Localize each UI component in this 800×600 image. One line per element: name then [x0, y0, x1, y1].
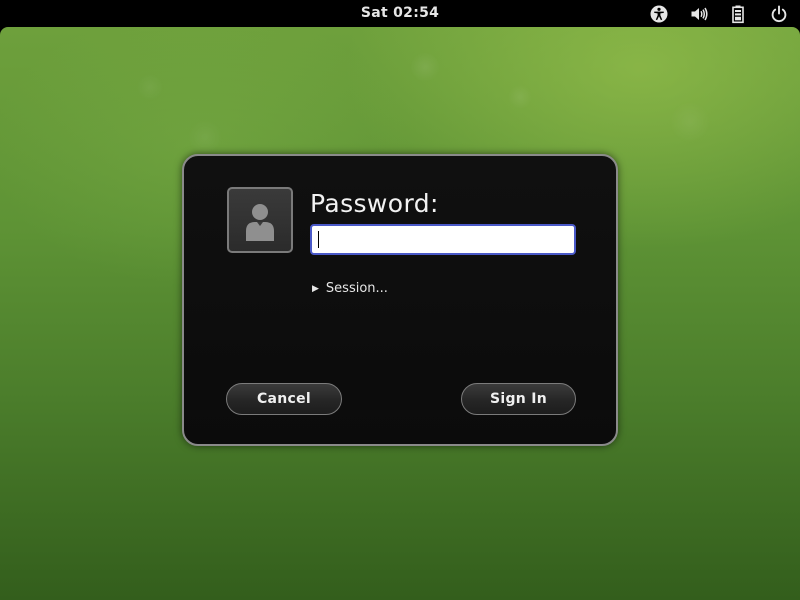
avatar	[227, 187, 293, 253]
session-label: Session...	[325, 281, 388, 296]
user-icon	[246, 204, 274, 241]
accessibility-icon[interactable]	[649, 4, 669, 24]
sign-in-button[interactable]: Sign In	[461, 383, 576, 415]
screen: Sat 02:54 Password: ▶ Session... Cancel …	[0, 0, 800, 600]
power-icon[interactable]	[769, 4, 789, 24]
password-field[interactable]	[310, 224, 576, 255]
expand-arrow-icon: ▶	[312, 284, 319, 294]
text-cursor	[318, 231, 319, 248]
login-dialog: Password: ▶ Session... Cancel Sign In	[182, 154, 618, 446]
volume-icon[interactable]	[689, 4, 709, 24]
top-panel: Sat 02:54	[0, 0, 800, 27]
battery-icon[interactable]	[728, 4, 748, 24]
password-label: Password:	[310, 189, 439, 218]
clock[interactable]: Sat 02:54	[0, 0, 800, 27]
cancel-button[interactable]: Cancel	[226, 383, 342, 415]
session-expander[interactable]: ▶ Session...	[312, 281, 388, 296]
